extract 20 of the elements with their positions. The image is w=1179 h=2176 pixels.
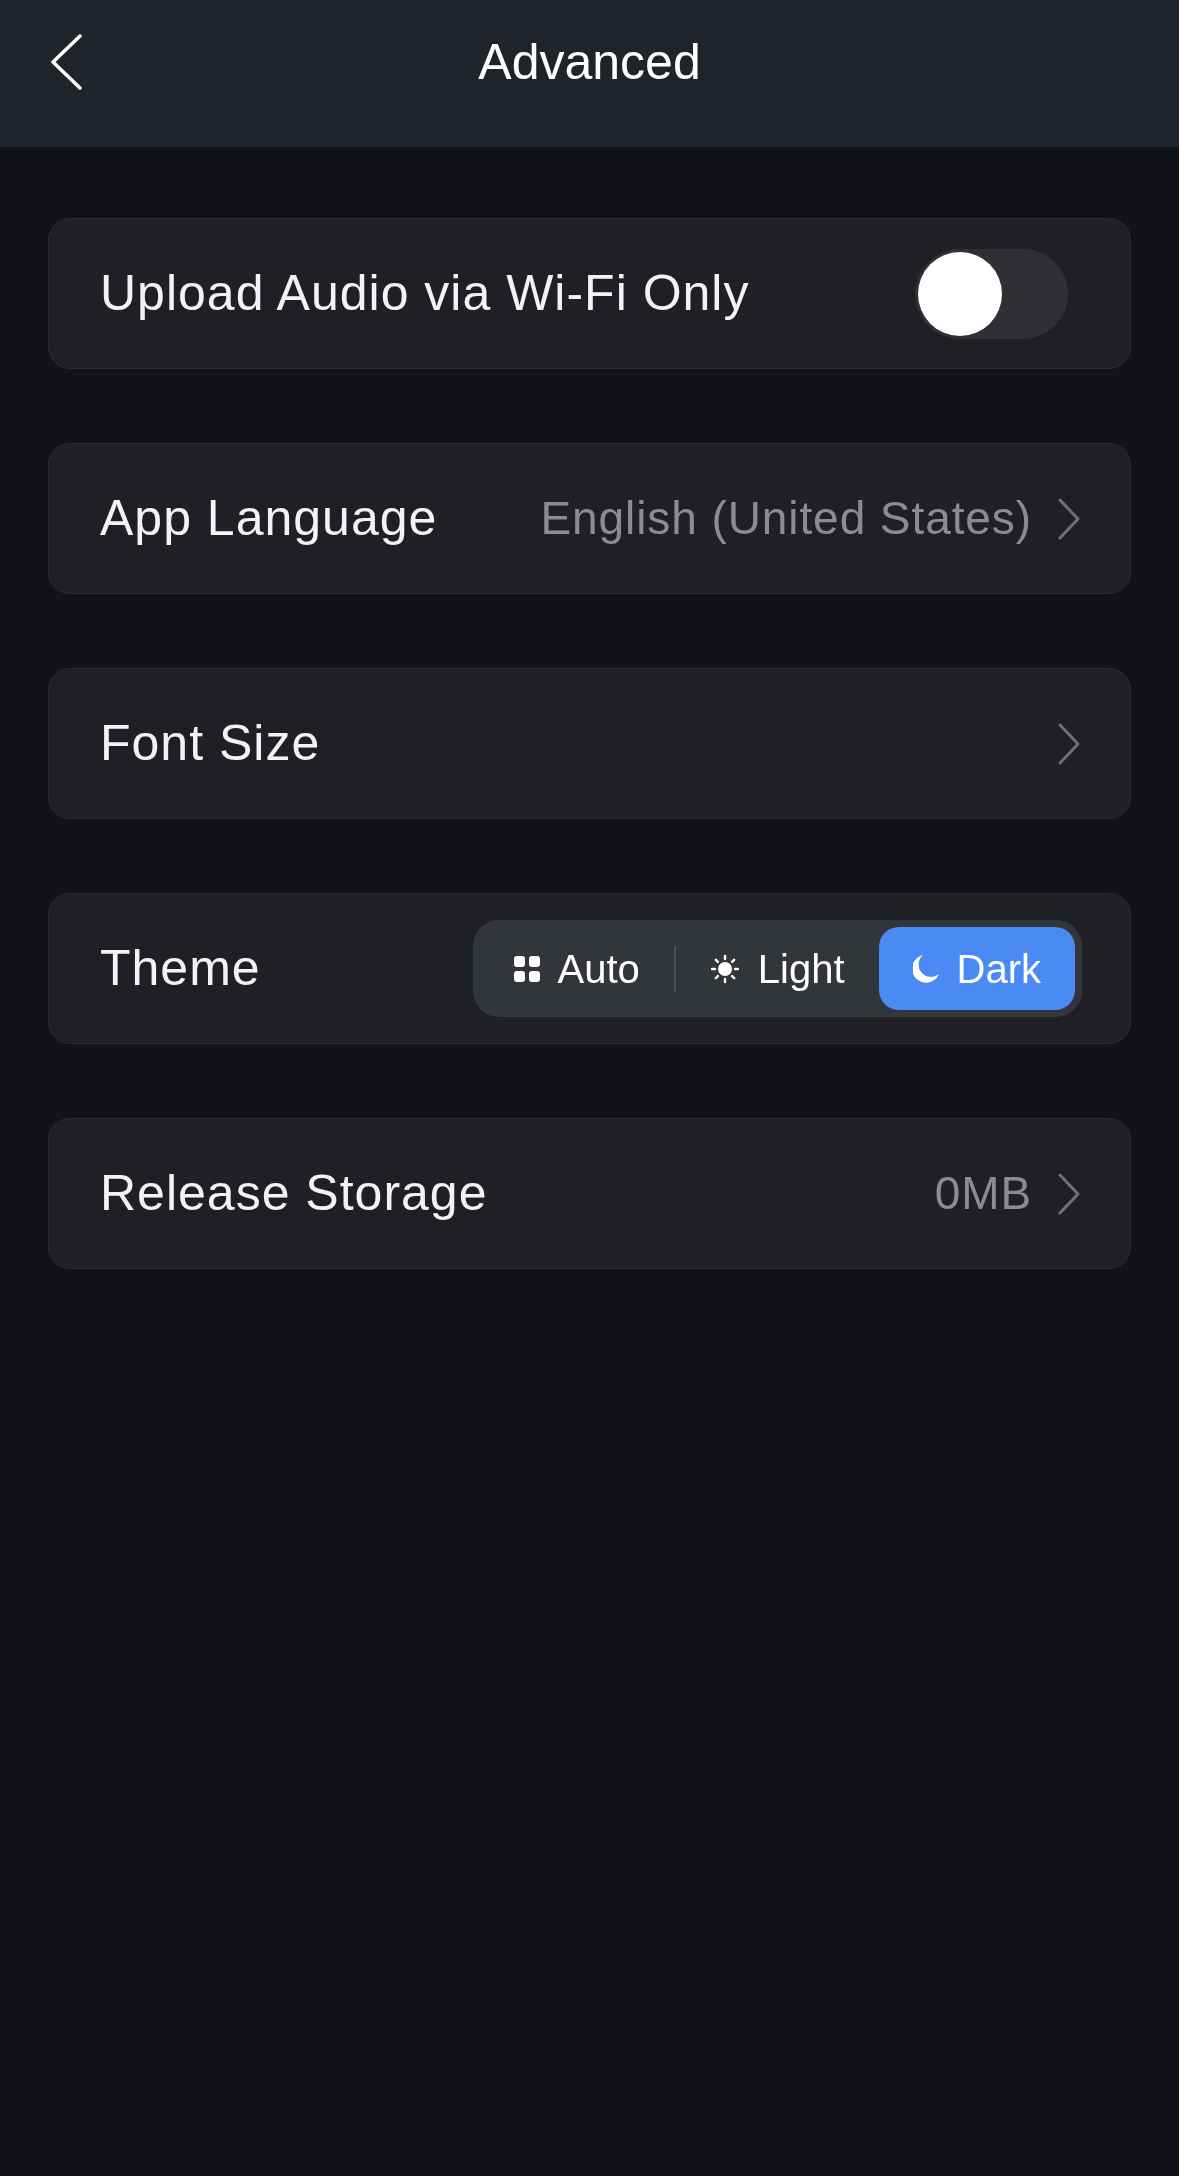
chevron-right-icon: [1058, 497, 1080, 540]
setting-label: Theme: [100, 939, 261, 998]
setting-label: Upload Audio via Wi-Fi Only: [100, 264, 750, 323]
chevron-left-icon: [50, 34, 82, 90]
settings-row[interactable]: Release Storage 0MB: [48, 1118, 1131, 1269]
setting-label: App Language: [100, 489, 438, 548]
chevron-right-icon: [1058, 1172, 1080, 1215]
settings-row[interactable]: Font Size: [48, 668, 1131, 819]
theme-option[interactable]: Auto: [479, 927, 674, 1010]
setting-label: Font Size: [100, 714, 321, 773]
theme-option[interactable]: Light: [675, 927, 879, 1010]
sun-icon: [709, 953, 740, 984]
four-squares-icon: [513, 955, 540, 982]
chevron-right-icon: [1058, 722, 1080, 765]
moon-icon: [912, 954, 939, 983]
setting-label: Release Storage: [100, 1164, 488, 1223]
header-title: Advanced: [478, 32, 701, 92]
setting-value: 0MB: [934, 1166, 1032, 1221]
settings-row[interactable]: App Language English (United States): [48, 443, 1131, 594]
setting-value: English (United States): [540, 491, 1032, 546]
